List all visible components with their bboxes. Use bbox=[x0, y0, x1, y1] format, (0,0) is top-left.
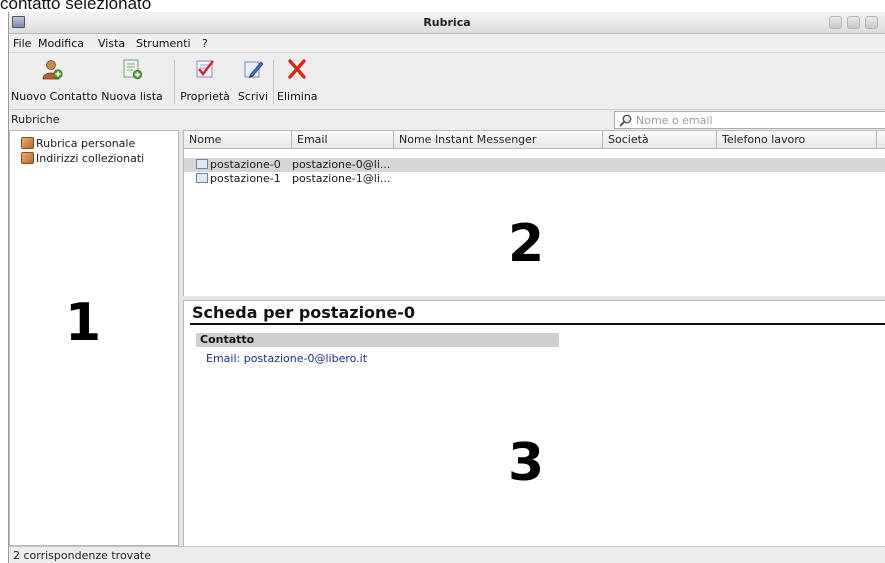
column-header-email[interactable]: Email bbox=[292, 131, 394, 148]
address-books-heading: Rubriche bbox=[11, 113, 60, 126]
address-books-pane: Rubrica personale Indirizzi collezionati… bbox=[9, 130, 179, 546]
status-bar: 2 corrispondenze trovate bbox=[9, 546, 885, 563]
contact-email: postazione-0@li... bbox=[292, 158, 391, 171]
toolbar-separator bbox=[174, 60, 175, 104]
address-book-window: Rubrica File Modifica Vista Strumenti ? … bbox=[8, 12, 885, 563]
properties-label: Proprietà bbox=[180, 90, 230, 103]
column-header-im[interactable]: Nome Instant Messenger bbox=[394, 131, 603, 148]
address-book-item[interactable]: Indirizzi collezionati bbox=[21, 152, 144, 166]
contact-detail-pane: Scheda per postazione-0 Contatto Email: … bbox=[183, 300, 885, 546]
column-header-bar: Nome Email Nome Instant Messenger Societ… bbox=[184, 131, 885, 149]
address-book-item[interactable]: Rubrica personale bbox=[21, 137, 135, 151]
detail-email-link[interactable]: Email: postazione-0@libero.it bbox=[206, 352, 367, 365]
delete-button[interactable]: Elimina bbox=[277, 54, 318, 110]
new-contact-button[interactable]: Nuovo Contatto bbox=[11, 54, 98, 110]
new-contact-icon bbox=[42, 60, 63, 80]
new-list-button[interactable]: Nuova lista bbox=[93, 54, 171, 110]
screenshot-caption: contatto selezionato bbox=[0, 0, 152, 13]
contact-name: postazione-1 bbox=[210, 172, 281, 185]
contact-row[interactable]: postazione-0 postazione-0@li... bbox=[184, 158, 885, 172]
delete-label: Elimina bbox=[277, 90, 318, 103]
delete-icon bbox=[288, 59, 306, 79]
contact-name: postazione-0 bbox=[210, 158, 281, 171]
maximize-button[interactable] bbox=[847, 16, 860, 29]
contact-row[interactable]: postazione-1 postazione-1@li... bbox=[184, 172, 885, 186]
title-bar: Rubrica bbox=[9, 12, 885, 34]
new-list-icon bbox=[123, 59, 143, 80]
new-contact-label: Nuovo Contatto bbox=[11, 90, 98, 103]
properties-button[interactable]: Proprietà bbox=[177, 54, 233, 110]
contact-email: postazione-1@li... bbox=[292, 172, 391, 185]
column-header-name[interactable]: Nome bbox=[184, 131, 292, 148]
toolbar-separator bbox=[273, 60, 274, 104]
contact-card-icon bbox=[196, 173, 208, 183]
address-book-label: Indirizzi collezionati bbox=[36, 152, 145, 165]
menu-vista[interactable]: Vista bbox=[98, 37, 125, 50]
detail-title: Scheda per postazione-0 bbox=[192, 303, 416, 322]
write-icon bbox=[244, 61, 264, 78]
address-book-icon bbox=[21, 137, 34, 149]
region-number-1: 1 bbox=[65, 293, 102, 353]
column-header-work-phone[interactable]: Telefono lavoro bbox=[717, 131, 877, 148]
window-title: Rubrica bbox=[423, 16, 471, 29]
contact-section-header: Contatto bbox=[196, 333, 559, 347]
address-book-label: Rubrica personale bbox=[36, 137, 136, 150]
detail-title-rule bbox=[190, 323, 885, 325]
status-text: 2 corrispondenze trovate bbox=[13, 549, 152, 562]
contact-card-icon bbox=[196, 159, 208, 169]
properties-icon bbox=[196, 60, 214, 78]
menu-strumenti[interactable]: Strumenti bbox=[136, 37, 191, 50]
new-list-label: Nuova lista bbox=[101, 90, 163, 103]
minimize-button[interactable] bbox=[829, 16, 842, 29]
menu-file[interactable]: File bbox=[13, 37, 31, 50]
close-window-button[interactable] bbox=[865, 16, 878, 29]
menu-modifica[interactable]: Modifica bbox=[38, 37, 84, 50]
search-icon bbox=[619, 114, 632, 127]
region-number-3: 3 bbox=[508, 433, 545, 493]
toolbar: Nuovo Contatto Nuova lista Proprietà Scr… bbox=[9, 54, 885, 110]
address-book-icon bbox=[21, 152, 34, 164]
column-header-company[interactable]: Società bbox=[603, 131, 717, 148]
write-button[interactable]: Scrivi bbox=[235, 54, 271, 110]
column-picker[interactable] bbox=[877, 131, 885, 148]
menu-bar: File Modifica Vista Strumenti ? bbox=[9, 34, 885, 53]
search-box[interactable] bbox=[614, 111, 885, 129]
search-input[interactable] bbox=[636, 113, 876, 127]
write-label: Scrivi bbox=[237, 90, 269, 103]
region-number-2: 2 bbox=[508, 214, 545, 274]
contact-list-pane: Nome Email Nome Instant Messenger Societ… bbox=[183, 130, 885, 296]
address-books-header: Rubriche bbox=[9, 110, 885, 130]
menu-help[interactable]: ? bbox=[202, 37, 208, 50]
